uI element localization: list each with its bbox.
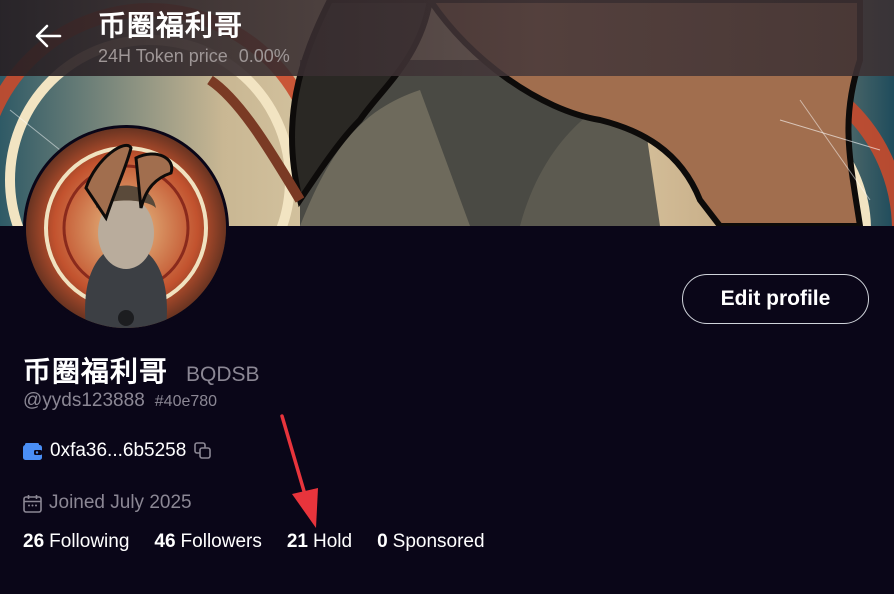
- token-price-change: 0.00%: [238, 46, 290, 66]
- joined-row: Joined July 2025: [23, 492, 192, 514]
- user-handle: @yyds123888: [23, 390, 145, 411]
- sponsored-stat[interactable]: 0 Sponsored: [377, 531, 484, 553]
- hold-label: Hold: [313, 531, 353, 552]
- wallet-address: 0xfa36...6b5258: [50, 440, 187, 461]
- header-bar: 币圈福利哥 24H Token price 0.00%: [0, 0, 894, 76]
- token-ticker: BQDSB: [186, 363, 260, 386]
- copy-icon: [194, 442, 212, 459]
- handle-row: @yyds123888 #40e780: [23, 390, 217, 412]
- hold-stat[interactable]: 21 Hold: [287, 531, 352, 553]
- display-name: 币圈福利哥: [23, 356, 169, 387]
- followers-count: 46: [154, 531, 176, 552]
- annotation-arrow: [280, 414, 318, 528]
- hold-count: 21: [286, 531, 308, 552]
- sponsored-label: Sponsored: [392, 531, 485, 552]
- wallet-icon: [23, 442, 42, 460]
- user-id: #40e780: [154, 393, 218, 410]
- token-price-label: 24H Token price: [98, 46, 228, 66]
- token-price: 24H Token price 0.00%: [98, 46, 290, 67]
- following-stat[interactable]: 26 Following: [23, 531, 129, 553]
- following-label: Following: [49, 531, 130, 552]
- joined-date: Joined July 2025: [49, 492, 192, 513]
- edit-profile-button[interactable]: Edit profile: [682, 274, 869, 324]
- wallet-row: 0xfa36...6b5258: [23, 440, 212, 462]
- calendar-icon: [23, 494, 42, 513]
- followers-stat[interactable]: 46 Followers: [154, 531, 261, 553]
- arrow-left-icon: [35, 24, 62, 48]
- name-row: 币圈福利哥 BQDSB: [23, 350, 260, 390]
- following-count: 26: [23, 531, 45, 552]
- header-title: 币圈福利哥: [98, 10, 244, 41]
- profile-stats: 26 Following 46 Followers 21 Hold 0 Sponsore…: [23, 531, 510, 553]
- followers-label: Followers: [180, 531, 262, 552]
- sponsored-count: 0: [377, 531, 388, 552]
- copy-address-button[interactable]: [194, 442, 212, 460]
- avatar[interactable]: [23, 125, 229, 331]
- profile-page: 币圈福利哥 24H Token price 0.00% Edit profile…: [0, 0, 894, 594]
- back-button[interactable]: [28, 16, 68, 56]
